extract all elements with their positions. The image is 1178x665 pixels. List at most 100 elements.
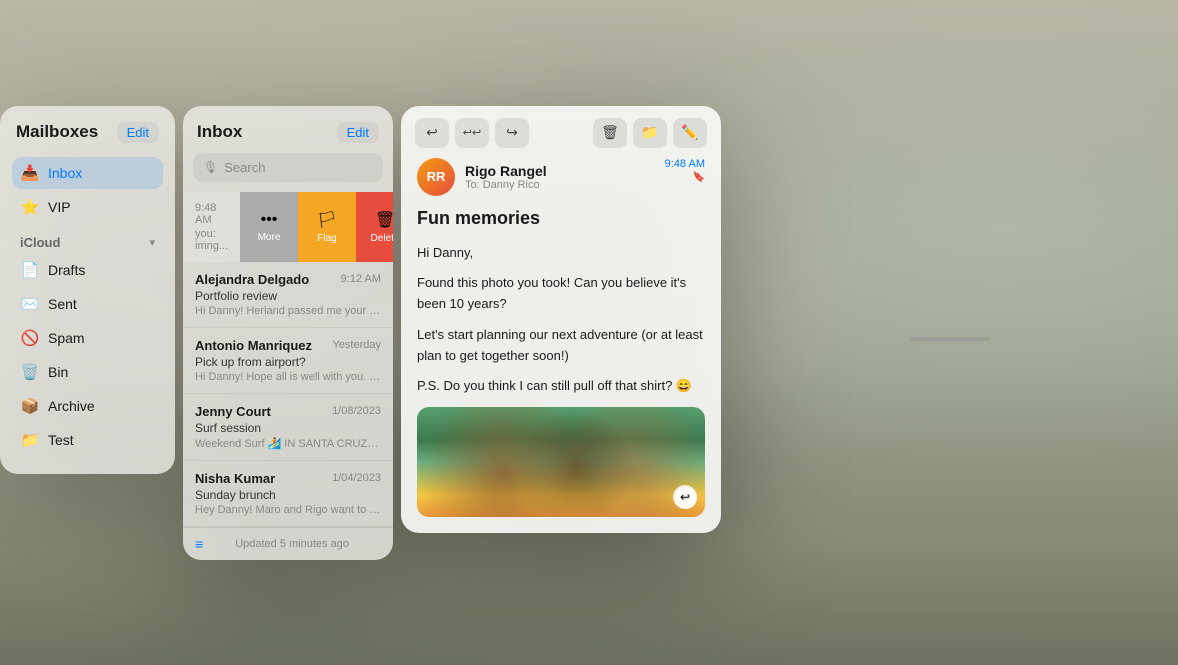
sidebar-item-spam[interactable]: 🚫 Spam bbox=[12, 322, 163, 354]
email-sender: Antonio Manriquez bbox=[195, 338, 312, 353]
move-button[interactable]: 📁 bbox=[633, 118, 667, 148]
sidebar-item-sent[interactable]: ✉️ Sent bbox=[12, 288, 163, 320]
search-bar[interactable]: 🎙 Search bbox=[193, 153, 383, 182]
body-line-2: Found this photo you took! Can you belie… bbox=[417, 273, 705, 315]
swipe-delete-button[interactable]: 🗑 Delete bbox=[356, 192, 393, 262]
icloud-chevron-icon: ▾ bbox=[149, 236, 155, 249]
email-preview: Weekend Surf 🏄 IN SANTA CRUZ Glassy wave… bbox=[195, 437, 381, 450]
bin-label: Bin bbox=[48, 364, 68, 380]
inbox-icon: 📥 bbox=[20, 164, 40, 182]
archive-icon: 📦 bbox=[20, 397, 40, 415]
swipe-flag-label: Flag bbox=[317, 233, 336, 244]
mailboxes-edit-button[interactable]: Edit bbox=[117, 122, 159, 143]
bin-icon: 🗑️ bbox=[20, 363, 40, 381]
reply-all-icon: ↩↩ bbox=[463, 126, 481, 139]
email-preview: Hey Danny! Maro and Rigo want to come to… bbox=[195, 504, 381, 516]
email-subject: Surf session bbox=[195, 421, 381, 435]
email-subject: Pick up from airport? bbox=[195, 355, 381, 369]
email-time-swiped: 9:48 AM bbox=[195, 202, 228, 226]
trash-icon: 🗑 bbox=[601, 124, 619, 141]
email-sender: Alejandra Delgado bbox=[195, 272, 309, 287]
email-item[interactable]: Jenny Court 1/08/2023 Surf session Weeke… bbox=[183, 394, 393, 461]
swipe-actions: ••• More 🏳 Flag 🗑 Delete bbox=[240, 192, 393, 262]
vip-icon: ⭐ bbox=[20, 198, 40, 216]
drafts-icon: 📄 bbox=[20, 261, 40, 279]
email-preview-swiped: you: imng... bbox=[195, 228, 228, 252]
compose-icon: ✏️ bbox=[681, 124, 698, 141]
email-time-detail: 9:48 AM bbox=[665, 158, 705, 170]
sidebar-item-drafts[interactable]: 📄 Drafts bbox=[12, 254, 163, 286]
reply-button[interactable]: ↩ bbox=[415, 118, 449, 148]
mailboxes-panel: Mailboxes Edit 📥 Inbox ⭐ VIP iCloud ▾ 📄 … bbox=[0, 106, 175, 474]
status-text: Updated 5 minutes ago bbox=[203, 538, 381, 550]
more-dots-icon: ••• bbox=[261, 211, 278, 229]
email-item[interactable]: Alejandra Delgado 9:12 AM Portfolio revi… bbox=[183, 262, 393, 328]
avatar: RR bbox=[417, 158, 455, 196]
email-item[interactable]: Antonio Manriquez Yesterday Pick up from… bbox=[183, 328, 393, 394]
main-container: Mailboxes Edit 📥 Inbox ⭐ VIP iCloud ▾ 📄 … bbox=[0, 0, 1178, 665]
bookmark-icon: 🔖 bbox=[693, 172, 705, 183]
email-meta: 9:48 AM 🔖 bbox=[665, 158, 705, 183]
compose-button[interactable]: ✏️ bbox=[673, 118, 707, 148]
swipe-delete-label: Delete bbox=[371, 233, 393, 244]
email-time: 1/04/2023 bbox=[332, 472, 381, 484]
search-icon: 🎙 bbox=[203, 160, 218, 174]
photo-attachment: ↩ bbox=[417, 407, 705, 517]
email-list: Alejandra Delgado 9:12 AM Portfolio revi… bbox=[183, 262, 393, 527]
email-preview: Hi Danny! Herland passed me your contact… bbox=[195, 305, 381, 317]
inbox-label: Inbox bbox=[48, 165, 82, 181]
filter-icon[interactable]: ≡ bbox=[195, 536, 203, 552]
sidebar-item-vip[interactable]: ⭐ VIP bbox=[12, 191, 163, 223]
test-icon: 📁 bbox=[20, 431, 40, 449]
inbox-panel: Inbox Edit 🎙 Search 9:48 AM you: imng... bbox=[183, 106, 393, 560]
detail-content: RR Rigo Rangel To: Danny Rico 9:48 AM 🔖 … bbox=[401, 158, 721, 534]
sender-details: Rigo Rangel To: Danny Rico bbox=[465, 163, 547, 191]
forward-icon: ↪ bbox=[506, 124, 518, 141]
email-time: 9:12 AM bbox=[341, 273, 381, 285]
photo-people-image bbox=[417, 407, 705, 517]
forward-button[interactable]: ↪ bbox=[495, 118, 529, 148]
body-line-3: Let's start planning our next adventure … bbox=[417, 325, 705, 367]
email-time: Yesterday bbox=[332, 339, 381, 351]
toolbar-left-group: ↩ ↩↩ ↪ bbox=[415, 118, 529, 148]
flag-icon: 🏳 bbox=[317, 210, 337, 230]
sender-info: RR Rigo Rangel To: Danny Rico bbox=[417, 158, 547, 196]
detail-toolbar: ↩ ↩↩ ↪ 🗑 📁 bbox=[401, 106, 721, 158]
icloud-section-title: iCloud bbox=[20, 235, 60, 250]
detail-panel: ↩ ↩↩ ↪ 🗑 📁 bbox=[401, 106, 721, 534]
folder-icon: 📁 bbox=[641, 124, 658, 141]
scroll-indicator bbox=[910, 337, 990, 341]
archive-label: Archive bbox=[48, 398, 95, 414]
sidebar-item-bin[interactable]: 🗑️ Bin bbox=[12, 356, 163, 388]
email-sender: Jenny Court bbox=[195, 404, 271, 419]
swipe-flag-button[interactable]: 🏳 Flag bbox=[298, 192, 356, 262]
search-placeholder: Search bbox=[224, 160, 265, 175]
sidebar-item-archive[interactable]: 📦 Archive bbox=[12, 390, 163, 422]
reply-icon: ↩ bbox=[426, 124, 438, 141]
sidebar-item-inbox[interactable]: 📥 Inbox bbox=[12, 157, 163, 189]
email-to: To: Danny Rico bbox=[465, 179, 547, 191]
body-line-4: P.S. Do you think I can still pull off t… bbox=[417, 376, 705, 397]
email-from-header: RR Rigo Rangel To: Danny Rico 9:48 AM 🔖 bbox=[417, 158, 705, 196]
email-item[interactable]: Nisha Kumar 1/04/2023 Sunday brunch Hey … bbox=[183, 461, 393, 527]
email-item-swiped: 9:48 AM you: imng... ••• More 🏳 Flag bbox=[183, 192, 393, 262]
email-sender: Nisha Kumar bbox=[195, 471, 275, 486]
email-subject: Portfolio review bbox=[195, 289, 381, 303]
body-line-1: Hi Danny, bbox=[417, 243, 705, 264]
swipe-more-button[interactable]: ••• More bbox=[240, 192, 298, 262]
email-body: Hi Danny, Found this photo you took! Can… bbox=[417, 243, 705, 398]
inbox-title: Inbox bbox=[197, 122, 242, 142]
inbox-header: Inbox Edit bbox=[183, 106, 393, 153]
icloud-section-header[interactable]: iCloud ▾ bbox=[12, 225, 163, 254]
inbox-edit-button[interactable]: Edit bbox=[337, 122, 379, 143]
trash-button[interactable]: 🗑 bbox=[593, 118, 627, 148]
sent-icon: ✉️ bbox=[20, 295, 40, 313]
sidebar-item-test[interactable]: 📁 Test bbox=[12, 424, 163, 456]
avatar-initials: RR bbox=[427, 169, 446, 184]
sent-label: Sent bbox=[48, 296, 77, 312]
swipe-more-label: More bbox=[258, 232, 281, 243]
toolbar-right-group: 🗑 📁 ✏️ bbox=[593, 118, 707, 148]
reply-all-button[interactable]: ↩↩ bbox=[455, 118, 489, 148]
spam-label: Spam bbox=[48, 330, 85, 346]
email-time: 1/08/2023 bbox=[332, 405, 381, 417]
